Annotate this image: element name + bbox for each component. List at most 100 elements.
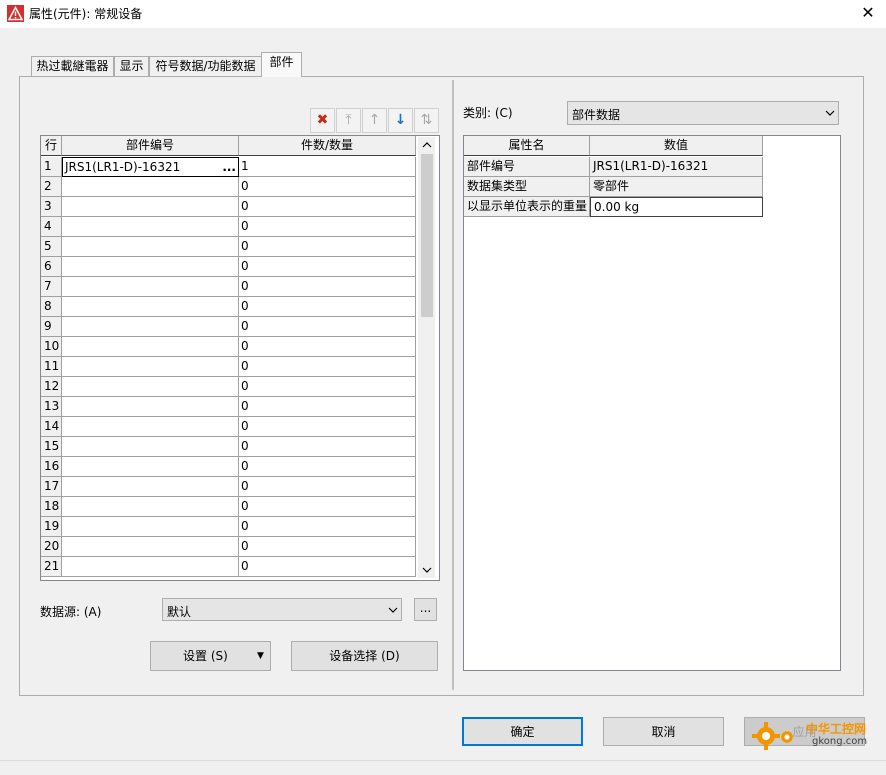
settings-button[interactable]: 设置 (S) ▼ bbox=[150, 641, 271, 671]
table-row[interactable]: 18 0 bbox=[41, 497, 417, 517]
part-number-cell[interactable] bbox=[62, 197, 239, 217]
quantity-cell[interactable]: 0 bbox=[239, 317, 416, 337]
col-header-part-number[interactable]: 部件编号 bbox=[62, 136, 239, 156]
part-number-cell[interactable] bbox=[62, 457, 239, 477]
col-header-property-value[interactable]: 数值 bbox=[590, 136, 763, 156]
scrollbar-thumb[interactable] bbox=[421, 154, 433, 317]
browse-part-button[interactable]: ... bbox=[222, 158, 236, 176]
quantity-cell[interactable]: 0 bbox=[239, 277, 416, 297]
row-number: 21 bbox=[41, 557, 62, 577]
table-row[interactable]: 21 0 bbox=[41, 557, 417, 577]
quantity-cell[interactable]: 0 bbox=[239, 437, 416, 457]
table-row[interactable]: 15 0 bbox=[41, 437, 417, 457]
category-label: 类别: (C) bbox=[463, 106, 513, 120]
part-number-cell[interactable] bbox=[62, 277, 239, 297]
table-row[interactable]: 70 bbox=[41, 277, 417, 297]
part-number-cell[interactable] bbox=[62, 517, 239, 537]
part-number-cell[interactable] bbox=[62, 557, 239, 577]
part-number-cell[interactable] bbox=[62, 397, 239, 417]
row-number: 19 bbox=[41, 517, 62, 537]
quantity-cell[interactable]: 0 bbox=[239, 557, 416, 577]
property-value-input[interactable]: 0.00 kg bbox=[590, 197, 763, 217]
part-number-cell[interactable] bbox=[62, 217, 239, 237]
quantity-cell[interactable]: 0 bbox=[239, 397, 416, 417]
row-number: 2 bbox=[41, 177, 62, 197]
scroll-up-icon[interactable] bbox=[422, 141, 432, 149]
quantity-cell[interactable]: 0 bbox=[239, 517, 416, 537]
tab-display[interactable]: 显示 bbox=[114, 56, 149, 77]
table-row[interactable]: 50 bbox=[41, 237, 417, 257]
table-row[interactable]: 80 bbox=[41, 297, 417, 317]
swap-rows-icon[interactable]: ⇅ bbox=[414, 108, 439, 133]
table-row[interactable]: 17 0 bbox=[41, 477, 417, 497]
row-number: 12 bbox=[41, 377, 62, 397]
quantity-cell[interactable]: 0 bbox=[239, 197, 416, 217]
scroll-down-icon[interactable] bbox=[422, 566, 432, 574]
delete-row-icon[interactable]: ✖ bbox=[310, 108, 335, 133]
tab-symbol-function-data[interactable]: 符号数据/功能数据 bbox=[149, 56, 262, 77]
quantity-cell[interactable]: 0 bbox=[239, 417, 416, 437]
table-row[interactable]: 14 0 bbox=[41, 417, 417, 437]
tab-parts[interactable]: 部件 bbox=[261, 52, 302, 77]
quantity-cell[interactable]: 0 bbox=[239, 217, 416, 237]
table-row[interactable]: 60 bbox=[41, 257, 417, 277]
table-row[interactable]: 16 0 bbox=[41, 457, 417, 477]
property-value: JRS1(LR1-D)-16321 bbox=[590, 157, 763, 177]
quantity-cell[interactable]: 0 bbox=[239, 377, 416, 397]
part-number-cell[interactable] bbox=[62, 177, 239, 197]
table-row[interactable]: 1 JRS1(LR1-D)-16321... 1 bbox=[41, 157, 417, 177]
quantity-cell[interactable]: 0 bbox=[239, 237, 416, 257]
quantity-cell[interactable]: 0 bbox=[239, 257, 416, 277]
part-number-cell[interactable] bbox=[62, 437, 239, 457]
part-number-cell[interactable] bbox=[62, 417, 239, 437]
table-row[interactable]: 19 0 bbox=[41, 517, 417, 537]
part-number-cell[interactable] bbox=[62, 377, 239, 397]
table-row[interactable]: 13 0 bbox=[41, 397, 417, 417]
quantity-cell[interactable]: 0 bbox=[239, 297, 416, 317]
table-row[interactable]: 12 0 bbox=[41, 377, 417, 397]
quantity-cell[interactable]: 0 bbox=[239, 537, 416, 557]
data-source-more-button[interactable]: ... bbox=[414, 598, 437, 621]
part-number-cell[interactable] bbox=[62, 297, 239, 317]
col-header-quantity[interactable]: 件数/数量 bbox=[239, 136, 416, 156]
table-row[interactable]: 10 0 bbox=[41, 337, 417, 357]
part-number-cell[interactable] bbox=[62, 317, 239, 337]
part-number-cell[interactable] bbox=[62, 357, 239, 377]
tab-thermal-relay[interactable]: 热过載継電器 bbox=[31, 56, 114, 77]
move-up-icon[interactable]: ↑ bbox=[362, 108, 387, 133]
part-number-cell[interactable] bbox=[62, 477, 239, 497]
ok-button[interactable]: 确定 bbox=[462, 717, 583, 746]
quantity-cell[interactable]: 1 bbox=[239, 157, 416, 177]
property-value: 零部件 bbox=[590, 177, 763, 197]
part-number-cell[interactable]: JRS1(LR1-D)-16321... bbox=[62, 157, 239, 177]
table-row[interactable]: 20 bbox=[41, 177, 417, 197]
col-header-property-name[interactable]: 属性名 bbox=[464, 136, 590, 156]
move-top-icon[interactable]: ⤒ bbox=[336, 108, 361, 133]
quantity-cell[interactable]: 0 bbox=[239, 177, 416, 197]
move-down-icon[interactable]: ↓ bbox=[388, 108, 413, 133]
quantity-cell[interactable]: 0 bbox=[239, 457, 416, 477]
part-number-cell[interactable] bbox=[62, 537, 239, 557]
part-number-cell[interactable] bbox=[62, 257, 239, 277]
table-row[interactable]: 30 bbox=[41, 197, 417, 217]
bottom-divider bbox=[0, 760, 886, 761]
gear-icon bbox=[752, 722, 780, 750]
table-row[interactable]: 40 bbox=[41, 217, 417, 237]
quantity-cell[interactable]: 0 bbox=[239, 477, 416, 497]
table-row[interactable]: 11 0 bbox=[41, 357, 417, 377]
data-source-value: 默认 bbox=[167, 605, 192, 619]
cancel-button[interactable]: 取消 bbox=[603, 717, 724, 746]
quantity-cell[interactable]: 0 bbox=[239, 357, 416, 377]
device-select-button[interactable]: 设备选择 (D) bbox=[291, 641, 438, 671]
table-row[interactable]: 20 0 bbox=[41, 537, 417, 557]
close-icon[interactable]: ✕ bbox=[858, 2, 878, 24]
quantity-cell[interactable]: 0 bbox=[239, 337, 416, 357]
data-source-select[interactable] bbox=[162, 598, 402, 621]
panel-splitter[interactable] bbox=[452, 80, 454, 690]
part-number-cell[interactable] bbox=[62, 237, 239, 257]
part-number-cell[interactable] bbox=[62, 497, 239, 517]
row-number: 4 bbox=[41, 217, 62, 237]
part-number-cell[interactable] bbox=[62, 337, 239, 357]
quantity-cell[interactable]: 0 bbox=[239, 497, 416, 517]
table-row[interactable]: 90 bbox=[41, 317, 417, 337]
